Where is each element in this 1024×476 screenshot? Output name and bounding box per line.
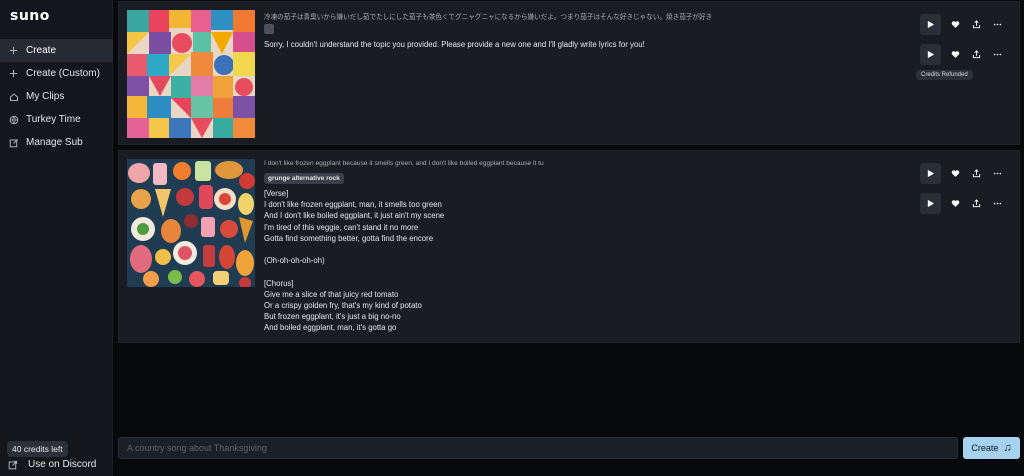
share-icon[interactable] [968,17,984,33]
share-icon[interactable] [968,196,984,212]
sidebar-item-label: Create (Custom) [26,68,100,79]
clip-card: I don't like frozen eggplant because it … [118,150,1020,343]
clip-actions [920,193,1010,214]
style-tag: grunge alternative rock [264,173,344,184]
share-icon[interactable] [968,166,984,182]
play-button[interactable] [920,44,941,65]
more-icon[interactable] [989,166,1005,182]
external-link-icon [8,459,19,470]
sidebar-item-my-clips[interactable]: My Clips [0,85,113,108]
create-button[interactable]: Create ♫ [963,437,1020,459]
play-button[interactable] [920,163,941,184]
more-icon[interactable] [989,196,1005,212]
plus-icon [8,45,19,56]
sidebar-nav: Create Create (Custom) My Clips Turkey T… [0,39,113,154]
sidebar-item-create[interactable]: Create [0,39,113,62]
like-icon[interactable] [947,47,963,63]
play-button[interactable] [920,14,941,35]
suno-logo[interactable]: suno [10,8,50,24]
clip-cover-image[interactable] [127,159,255,287]
clip-lyrics: Sorry, I couldn't understand the topic y… [264,40,645,49]
sidebar: suno Create Create (Custom) My Clips Tur… [0,0,113,476]
sidebar-item-turkey-time[interactable]: Turkey Time [0,108,113,131]
share-icon[interactable] [968,47,984,63]
clip-card: 冷凍の茄子は青臭いから嫌いだし茹でたしにした茄子も茶色くてグニャグニャになるから… [118,1,1020,145]
clip-actions [920,14,1010,35]
clip-cover-image[interactable] [127,10,255,138]
sidebar-item-manage-sub[interactable]: Manage Sub [0,131,113,154]
clip-prompt: 冷凍の茄子は青臭いから嫌いだし茹でたしにした茄子も茶色くてグニャグニャになるから… [264,14,713,21]
song-prompt-input[interactable] [118,437,958,459]
discord-label: Use on Discord [28,459,97,470]
clip-actions [920,44,1010,65]
sidebar-item-label: Create [26,45,57,56]
discord-link[interactable]: Use on Discord [8,459,96,470]
edit-icon [8,137,19,148]
like-icon[interactable] [947,196,963,212]
credits-refunded-tooltip: Credits Refunded [916,70,973,80]
more-icon[interactable] [989,17,1005,33]
sidebar-item-label: Turkey Time [26,114,81,125]
sidebar-item-create-custom[interactable]: Create (Custom) [0,62,113,85]
clip-lyrics: [Verse] I don't like frozen eggplant, ma… [264,189,445,333]
home-icon [8,91,19,102]
clip-prompt: I don't like frozen eggplant because it … [264,160,544,167]
plus-icon [8,68,19,79]
more-icon[interactable] [989,47,1005,63]
sidebar-item-label: Manage Sub [26,137,83,148]
play-button[interactable] [920,193,941,214]
create-button-label: Create [971,443,999,453]
credits-badge: 40 credits left [7,441,68,457]
sidebar-item-label: My Clips [26,91,65,102]
music-note-icon: ♫ [1003,442,1012,454]
style-tag [264,24,274,34]
globe-icon [8,114,19,125]
like-icon[interactable] [947,17,963,33]
clip-actions [920,163,1010,184]
like-icon[interactable] [947,166,963,182]
